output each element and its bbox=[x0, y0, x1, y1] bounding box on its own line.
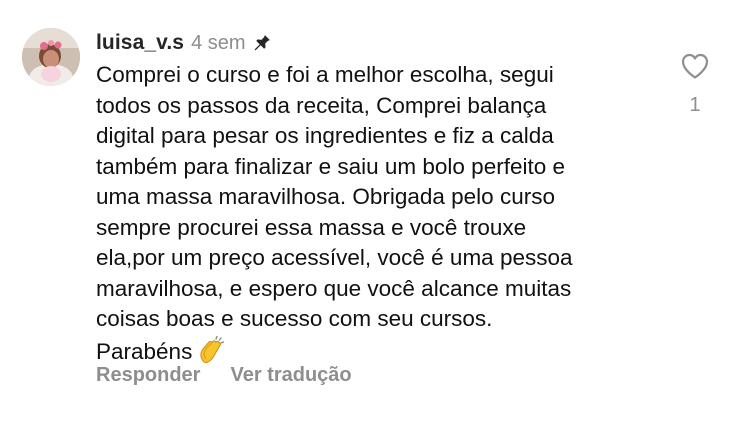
username[interactable]: luisa_v.s bbox=[96, 31, 184, 55]
comment-text: Comprei o curso e foi a melhor escolha, … bbox=[96, 62, 573, 364]
heart-icon bbox=[681, 53, 709, 79]
user-avatar-photo bbox=[22, 28, 80, 86]
reply-button[interactable]: Responder bbox=[96, 364, 200, 387]
comment-header: luisa_v.s 4 sem bbox=[96, 30, 272, 56]
pin-icon bbox=[252, 33, 272, 53]
comment-actions: Responder Ver tradução bbox=[96, 364, 352, 387]
like-count: 1 bbox=[689, 94, 701, 116]
timestamp: 4 sem bbox=[191, 31, 246, 54]
like-button[interactable] bbox=[678, 50, 712, 82]
see-translation-button[interactable]: Ver tradução bbox=[230, 364, 351, 387]
comment-text-block: Comprei o curso e foi a melhor escolha, … bbox=[96, 60, 671, 373]
avatar[interactable] bbox=[22, 28, 80, 86]
